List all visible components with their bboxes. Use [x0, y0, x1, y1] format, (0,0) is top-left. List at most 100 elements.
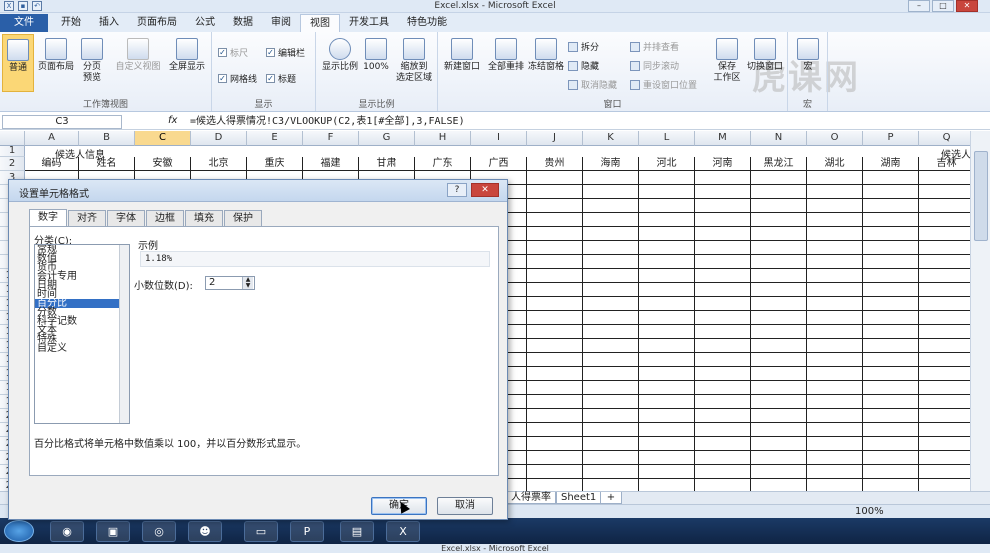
browser-icon[interactable]: ◎	[142, 521, 176, 542]
zoom-level[interactable]: 100%	[855, 506, 884, 517]
cell-J17[interactable]	[527, 367, 583, 381]
cell-O8[interactable]	[807, 241, 863, 255]
cell-M5[interactable]	[695, 199, 751, 213]
ribbon-tab-6[interactable]: 审阅	[262, 14, 300, 32]
zoom-button[interactable]: 显示比例	[320, 38, 360, 73]
arrange-all-button[interactable]: 全部重排	[484, 38, 528, 73]
cell-O19[interactable]	[807, 395, 863, 409]
column-header-M[interactable]: M	[695, 131, 751, 146]
cell-L25[interactable]	[639, 479, 695, 491]
cell-M18[interactable]	[695, 381, 751, 395]
column-header-J[interactable]: J	[527, 131, 583, 146]
cell-M6[interactable]	[695, 213, 751, 227]
column-header-E[interactable]: E	[247, 131, 303, 146]
cell-J6[interactable]	[527, 213, 583, 227]
cell-N24[interactable]	[751, 465, 807, 479]
cell-P21[interactable]	[863, 423, 919, 437]
sheet-tab-votes[interactable]: 人得票率	[506, 492, 556, 504]
gridlines-checkbox[interactable]: ✓ 网格线	[218, 72, 257, 85]
cell-K14[interactable]	[583, 325, 639, 339]
cell-N6[interactable]	[751, 213, 807, 227]
cell-P10[interactable]	[863, 269, 919, 283]
zoom-to-selection-button[interactable]: 缩放到 选定区域	[392, 38, 436, 84]
cell-Q7[interactable]	[919, 227, 970, 241]
cell-P4[interactable]	[863, 185, 919, 199]
cell-Q18[interactable]	[919, 381, 970, 395]
cell-O5[interactable]	[807, 199, 863, 213]
cell-M3[interactable]	[695, 171, 751, 185]
cell-O14[interactable]	[807, 325, 863, 339]
cell-L3[interactable]	[639, 171, 695, 185]
cell-Q8[interactable]	[919, 241, 970, 255]
cell-J24[interactable]	[527, 465, 583, 479]
cell-P6[interactable]	[863, 213, 919, 227]
cell-Q17[interactable]	[919, 367, 970, 381]
cell-N2[interactable]: 黑龙江	[751, 157, 807, 171]
cell-K18[interactable]	[583, 381, 639, 395]
column-header-D[interactable]: D	[191, 131, 247, 146]
formula-bar-checkbox[interactable]: ✓ 编辑栏	[266, 46, 305, 59]
cell-K8[interactable]	[583, 241, 639, 255]
row-header-2[interactable]: 2	[0, 157, 25, 171]
reset-window-button[interactable]: 重设窗口位置	[630, 78, 697, 91]
cell-L24[interactable]	[639, 465, 695, 479]
ruler-checkbox[interactable]: ✓ 标尺	[218, 46, 248, 59]
cell-L20[interactable]	[639, 409, 695, 423]
cell-N14[interactable]	[751, 325, 807, 339]
cell-K23[interactable]	[583, 451, 639, 465]
cell-L6[interactable]	[639, 213, 695, 227]
cell-N23[interactable]	[751, 451, 807, 465]
cell-N19[interactable]	[751, 395, 807, 409]
cell-P20[interactable]	[863, 409, 919, 423]
column-header-K[interactable]: K	[583, 131, 639, 146]
cell-J7[interactable]	[527, 227, 583, 241]
cell-P13[interactable]	[863, 311, 919, 325]
cell-O20[interactable]	[807, 409, 863, 423]
column-header-F[interactable]: F	[303, 131, 359, 146]
cell-N9[interactable]	[751, 255, 807, 269]
cell-M20[interactable]	[695, 409, 751, 423]
sync-scroll-button[interactable]: 同步滚动	[630, 59, 679, 72]
cell-J3[interactable]	[527, 171, 583, 185]
cell-J16[interactable]	[527, 353, 583, 367]
cell-O4[interactable]	[807, 185, 863, 199]
insert-sheet-icon[interactable]: +	[600, 492, 622, 504]
ribbon-tab-7[interactable]: 视图	[300, 14, 340, 32]
cell-Q2[interactable]: 吉林	[919, 157, 970, 171]
cell-P8[interactable]	[863, 241, 919, 255]
cell-O13[interactable]	[807, 311, 863, 325]
cell-O17[interactable]	[807, 367, 863, 381]
cell-Q11[interactable]	[919, 283, 970, 297]
cell-M8[interactable]	[695, 241, 751, 255]
cell-L22[interactable]	[639, 437, 695, 451]
cell-Q14[interactable]	[919, 325, 970, 339]
cell-M11[interactable]	[695, 283, 751, 297]
cell-O11[interactable]	[807, 283, 863, 297]
cell-K2[interactable]: 海南	[583, 157, 639, 171]
fullscreen-button[interactable]: 全屏显示	[166, 38, 208, 73]
cell-N22[interactable]	[751, 437, 807, 451]
normal-view-button[interactable]: 普通	[2, 34, 34, 92]
cell-M9[interactable]	[695, 255, 751, 269]
category-scrollbar[interactable]	[119, 245, 129, 423]
cell-P22[interactable]	[863, 437, 919, 451]
dialog-tab-0[interactable]: 数字	[29, 209, 67, 226]
switch-window-button[interactable]: 切换窗口	[744, 38, 786, 73]
cell-O2[interactable]: 湖北	[807, 157, 863, 171]
cell-K20[interactable]	[583, 409, 639, 423]
cell-O15[interactable]	[807, 339, 863, 353]
cell-O10[interactable]	[807, 269, 863, 283]
cell-Q6[interactable]	[919, 213, 970, 227]
dialog-close-button[interactable]: ✕	[471, 183, 499, 197]
cell-K17[interactable]	[583, 367, 639, 381]
start-button-icon[interactable]	[4, 520, 34, 542]
cell-L17[interactable]	[639, 367, 695, 381]
cell-K19[interactable]	[583, 395, 639, 409]
ribbon-tab-9[interactable]: 特色功能	[398, 14, 456, 32]
hide-button[interactable]: 隐藏	[568, 59, 599, 72]
powerpoint-icon[interactable]: P	[290, 521, 324, 542]
column-header-H[interactable]: H	[415, 131, 471, 146]
cell-M19[interactable]	[695, 395, 751, 409]
cell-K21[interactable]	[583, 423, 639, 437]
cell-M24[interactable]	[695, 465, 751, 479]
